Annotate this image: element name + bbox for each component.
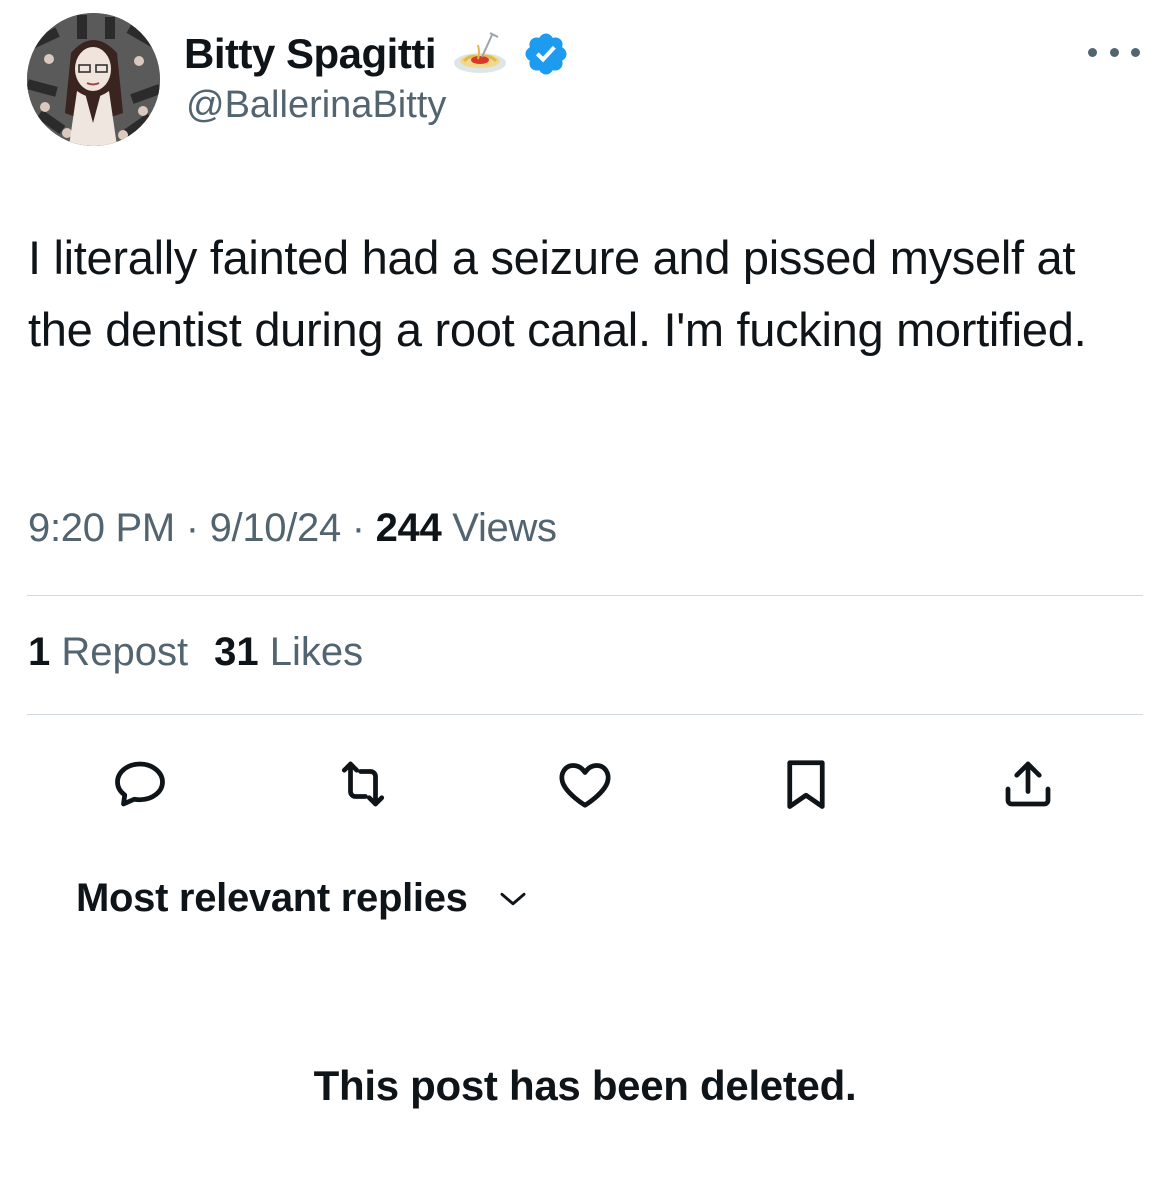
replies-sort-dropdown[interactable]: Most relevant replies: [76, 876, 532, 921]
more-options-button[interactable]: [1088, 40, 1140, 64]
likes-count: 31: [214, 630, 259, 674]
replies-sort-label: Most relevant replies: [76, 876, 468, 920]
reply-icon[interactable]: [110, 754, 170, 814]
meta-separator: ·: [351, 506, 365, 550]
reposts-stat[interactable]: 1 Repost: [28, 630, 188, 675]
author-name-row[interactable]: Bitty Spagitti: [184, 28, 570, 80]
divider: [27, 595, 1143, 596]
like-icon[interactable]: [555, 754, 615, 814]
deleted-post-notice: This post has been deleted.: [313, 1062, 857, 1109]
tweet-text: I literally fainted had a seizure and pi…: [28, 231, 1087, 356]
divider: [27, 714, 1143, 715]
author-handle[interactable]: @BallerinaBitty: [186, 84, 446, 127]
avatar-image: [27, 13, 160, 146]
spaghetti-icon: [452, 31, 508, 77]
tweet-date[interactable]: 9/10/24: [210, 506, 342, 550]
tweet-time[interactable]: 9:20 PM: [28, 506, 175, 550]
avatar[interactable]: [27, 13, 160, 146]
tweet-meta: 9:20 PM · 9/10/24 · 244 Views: [28, 506, 557, 551]
views-count: 244: [375, 506, 442, 550]
bookmark-icon[interactable]: [776, 754, 836, 814]
tweet-stats: 1 Repost 31 Likes: [28, 630, 363, 675]
likes-stat[interactable]: 31 Likes: [214, 630, 363, 675]
verified-badge-icon[interactable]: [522, 30, 570, 78]
reposts-count: 1: [28, 630, 51, 674]
more-dot-icon: [1131, 47, 1140, 57]
reposts-label: Repost: [61, 630, 189, 674]
share-icon[interactable]: [998, 754, 1058, 814]
meta-separator: ·: [185, 506, 199, 550]
repost-icon[interactable]: [333, 754, 393, 814]
likes-label: Likes: [269, 630, 364, 674]
author-display-name[interactable]: Bitty Spagitti: [184, 30, 437, 78]
more-dot-icon: [1109, 47, 1119, 57]
more-dot-icon: [1088, 47, 1097, 57]
chevron-down-icon: [494, 880, 532, 918]
views-label: Views: [452, 506, 557, 550]
